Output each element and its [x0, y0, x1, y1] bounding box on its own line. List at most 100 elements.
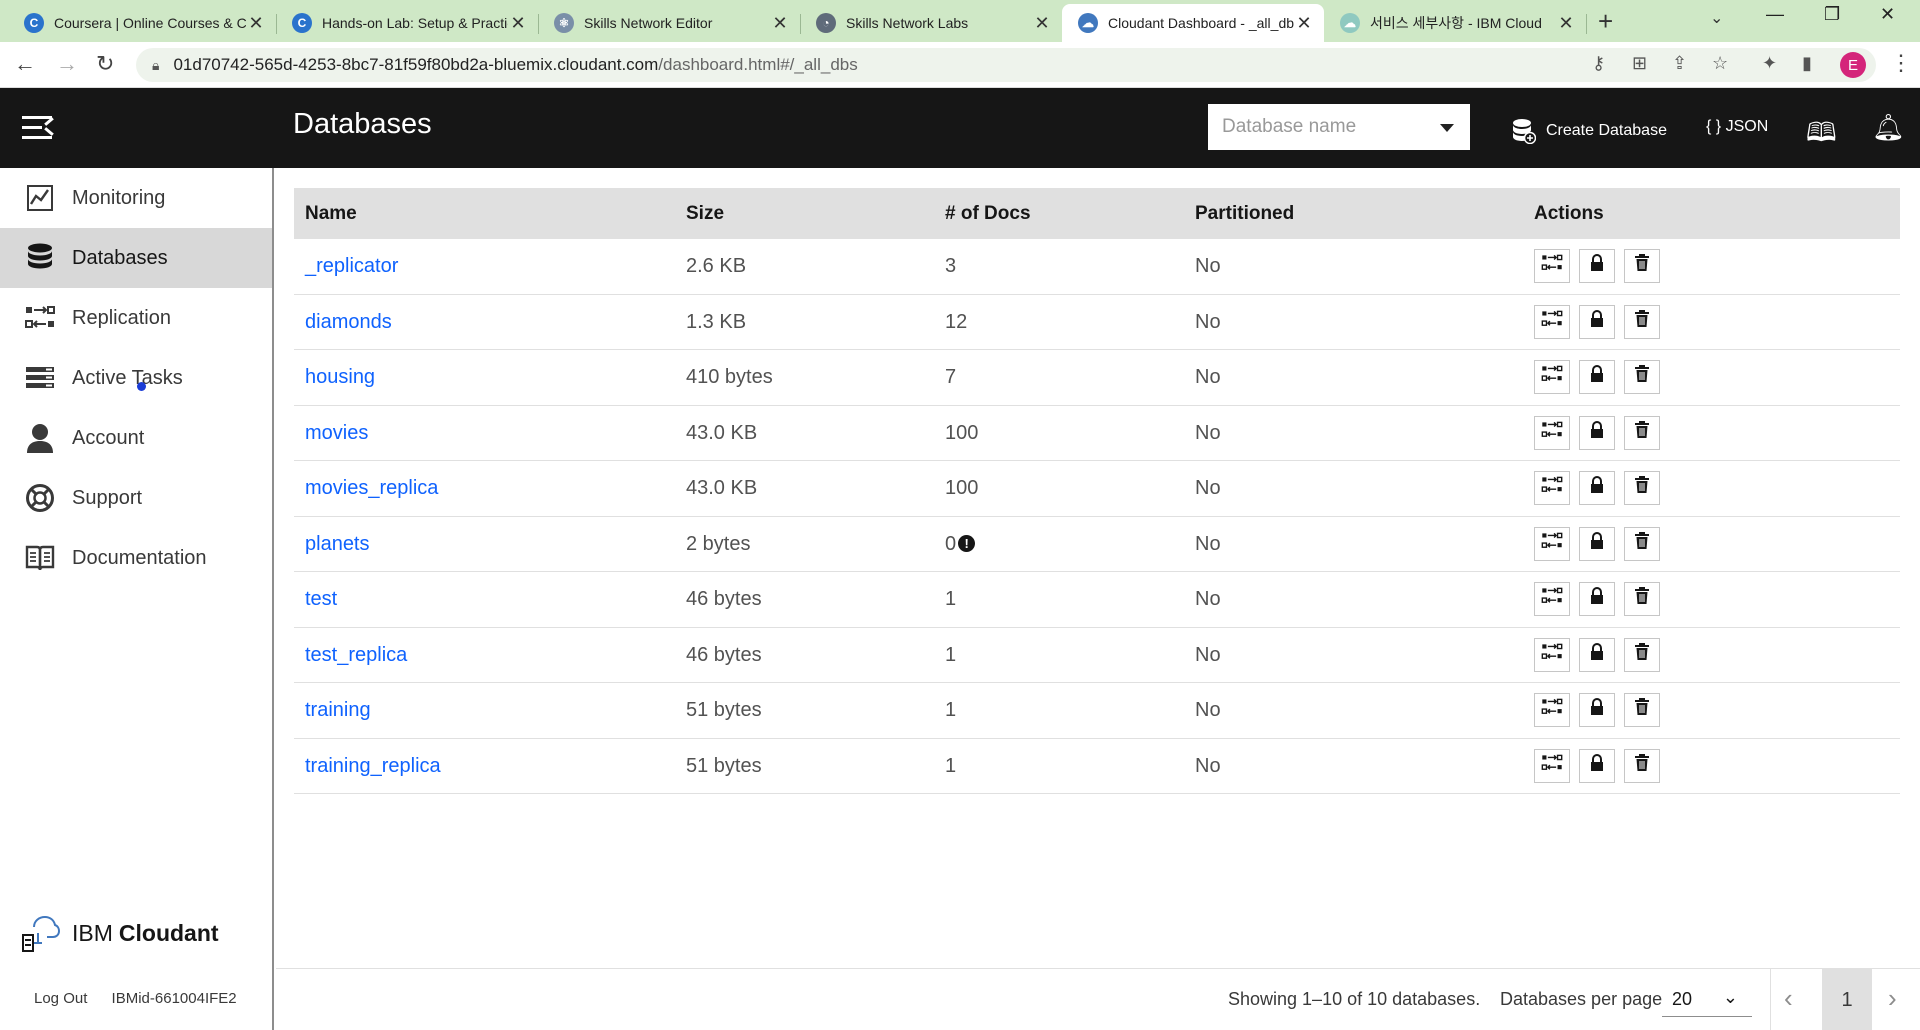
delete-database-button[interactable] — [1624, 693, 1660, 727]
database-name-link[interactable]: planets — [305, 533, 370, 556]
permissions-button[interactable] — [1579, 360, 1615, 394]
extensions-puzzle-icon[interactable]: ✦ — [1762, 53, 1777, 74]
documentation-book-icon[interactable]: 🕮︎ — [1806, 114, 1837, 158]
sidebar-item-support[interactable]: Support — [0, 468, 272, 528]
trash-icon — [1634, 642, 1650, 667]
sidebar-item-replication[interactable]: Replication — [0, 288, 272, 348]
delete-database-button[interactable] — [1624, 637, 1660, 672]
column-header-partitioned[interactable]: Partitioned — [1195, 203, 1294, 225]
reload-icon[interactable]: ↻ — [96, 51, 114, 77]
column-header-docs[interactable]: # of Docs — [945, 203, 1031, 225]
delete-database-button[interactable] — [1624, 471, 1660, 505]
browser-tab-skills-network-editor[interactable]: ⚛ Skills Network Editor ✕ — [538, 4, 801, 42]
permissions-button[interactable] — [1579, 582, 1615, 616]
database-name-link[interactable]: housing — [305, 366, 375, 389]
database-name-search[interactable]: Database name — [1208, 104, 1470, 150]
close-icon[interactable]: ✕ — [1294, 13, 1314, 34]
per-page-select[interactable]: 20 ⌄ — [1662, 981, 1752, 1017]
replicate-database-button[interactable] — [1534, 415, 1570, 450]
row-actions — [1534, 249, 1669, 283]
permissions-button[interactable] — [1579, 693, 1615, 727]
address-bar[interactable]: 🔒︎ 01d70742-565d-4253-8bc7-81f59f80bd2a-… — [136, 48, 1876, 82]
close-icon[interactable]: ✕ — [1556, 13, 1576, 34]
previous-page-icon[interactable]: ‹ — [1784, 983, 1793, 1014]
permissions-button[interactable] — [1579, 748, 1615, 783]
close-icon[interactable]: ✕ — [508, 13, 528, 34]
create-database-button[interactable]: Create Database — [1512, 118, 1667, 144]
browser-tab-ibm-cloud[interactable]: ☁ 서비스 세부사항 - IBM Cloud ✕ — [1324, 4, 1587, 42]
replicate-database-button[interactable] — [1534, 748, 1570, 783]
replicate-database-button[interactable] — [1534, 637, 1570, 672]
restore-icon[interactable]: ❐ — [1824, 4, 1840, 25]
profile-avatar[interactable]: E — [1840, 52, 1866, 78]
replicate-database-button[interactable] — [1534, 360, 1570, 394]
replicate-database-button[interactable] — [1534, 249, 1570, 283]
replicate-database-button[interactable] — [1534, 471, 1570, 505]
permissions-button[interactable] — [1579, 415, 1615, 450]
close-icon[interactable]: ✕ — [1032, 13, 1052, 34]
delete-database-button[interactable] — [1624, 249, 1660, 283]
database-name-link[interactable]: test_replica — [305, 644, 407, 667]
delete-database-button[interactable] — [1624, 748, 1660, 783]
browser-tab-skills-network-labs[interactable]: ◔ Skills Network Labs ✕ — [800, 4, 1062, 42]
browser-tab-cloudant-dashboard[interactable]: ☁ Cloudant Dashboard - _all_dbs ✕ — [1062, 4, 1324, 42]
json-view-button[interactable]: { } JSON — [1706, 118, 1768, 136]
dropdown-caret-icon[interactable] — [1440, 124, 1454, 132]
side-panel-icon[interactable]: ▮ — [1802, 53, 1812, 74]
database-name-link[interactable]: diamonds — [305, 311, 392, 334]
permissions-button[interactable] — [1579, 526, 1615, 561]
replicate-database-button[interactable] — [1534, 582, 1570, 616]
current-page[interactable]: 1 — [1822, 969, 1872, 1030]
share-icon[interactable]: ⇪ — [1672, 53, 1687, 74]
replicate-database-button[interactable] — [1534, 304, 1570, 339]
delete-database-button[interactable] — [1624, 360, 1660, 394]
replicate-database-button[interactable] — [1534, 693, 1570, 727]
sidebar-item-active-tasks[interactable]: Active Tasks — [0, 348, 272, 408]
back-arrow-icon[interactable]: ← — [14, 51, 36, 77]
permissions-button[interactable] — [1579, 471, 1615, 505]
delete-database-button[interactable] — [1624, 304, 1660, 339]
database-name-link[interactable]: training — [305, 699, 371, 722]
browser-tab-coursera[interactable]: C Coursera | Online Courses & Credential… — [8, 4, 277, 42]
doc-count-cell: 100 — [945, 422, 978, 445]
database-name-link[interactable]: movies — [305, 422, 368, 445]
notification-bell-icon[interactable]: 🔔︎ — [1872, 112, 1905, 143]
replicate-database-button[interactable] — [1534, 526, 1570, 561]
permissions-button[interactable] — [1579, 637, 1615, 672]
new-tab-plus-icon[interactable]: + — [1598, 6, 1613, 37]
permissions-button[interactable] — [1579, 304, 1615, 339]
logout-link[interactable]: Log Out — [34, 990, 87, 1007]
database-name-link[interactable]: _replicator — [305, 255, 398, 278]
database-name-link[interactable]: movies_replica — [305, 477, 438, 500]
sidebar-item-account[interactable]: Account — [0, 408, 272, 468]
forward-arrow-icon[interactable]: → — [56, 51, 78, 77]
sidebar-item-monitoring[interactable]: Monitoring — [0, 168, 272, 228]
delete-database-button[interactable] — [1624, 582, 1660, 616]
browser-menu-icon[interactable]: ⋮ — [1890, 50, 1912, 76]
sidebar-item-databases[interactable]: Databases — [0, 228, 272, 288]
sidebar-item-label: Support — [72, 486, 143, 509]
tab-search-chevron-icon[interactable]: ⌄ — [1710, 8, 1723, 28]
close-icon[interactable]: ✕ — [246, 13, 266, 34]
minimize-icon[interactable]: — — [1766, 4, 1784, 25]
delete-database-button[interactable] — [1624, 526, 1660, 561]
column-header-name[interactable]: Name — [305, 203, 357, 225]
permissions-button[interactable] — [1579, 249, 1615, 283]
table-row: movies_replica 43.0 KB 100 No — [294, 461, 1900, 517]
database-name-link[interactable]: test — [305, 588, 337, 611]
app-header: Databases Database name Create Database … — [0, 88, 1920, 168]
menu-collapse-icon[interactable] — [22, 114, 56, 142]
database-size: 1.3 KB — [686, 310, 747, 333]
bookmark-star-icon[interactable]: ☆ — [1712, 53, 1728, 74]
next-page-icon[interactable]: › — [1888, 983, 1897, 1014]
database-name-link[interactable]: training_replica — [305, 755, 441, 778]
key-icon[interactable]: ⚷ — [1592, 53, 1605, 74]
translate-icon[interactable]: ⊞ — [1632, 53, 1647, 74]
column-header-size[interactable]: Size — [686, 203, 724, 225]
warning-icon[interactable]: ! — [958, 534, 976, 552]
browser-tab-hands-on-lab[interactable]: C Hands-on Lab: Setup & Practice ✕ — [276, 4, 539, 42]
close-icon[interactable]: ✕ — [770, 13, 790, 34]
sidebar-item-documentation[interactable]: Documentation — [0, 528, 272, 588]
window-close-icon[interactable]: ✕ — [1880, 4, 1895, 25]
delete-database-button[interactable] — [1624, 415, 1660, 450]
